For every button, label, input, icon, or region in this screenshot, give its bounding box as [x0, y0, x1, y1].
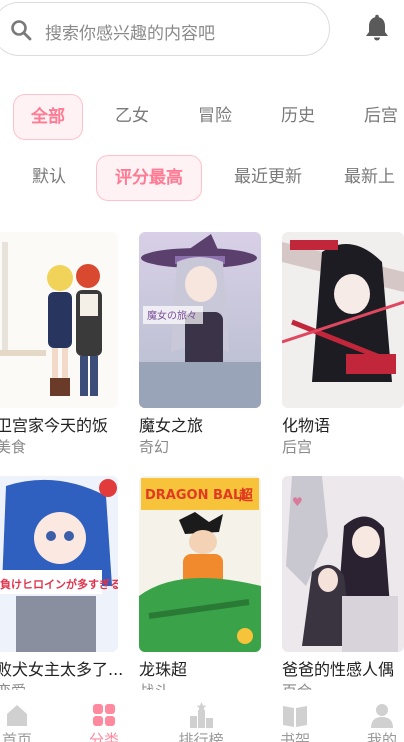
search-bar[interactable]: 搜索你感兴趣的内容吧	[0, 2, 330, 56]
comic-cover-image: ♥	[282, 476, 404, 652]
sort-default[interactable]: 默认	[20, 155, 78, 201]
sort-newest[interactable]: 最新上	[344, 155, 404, 201]
comic-title: 爸爸的性感人偶	[282, 660, 395, 679]
svg-text:♥: ♥	[292, 495, 303, 509]
comic-genre: 奇幻	[139, 438, 170, 456]
svg-text:超: 超	[238, 487, 254, 504]
nav-home[interactable]: 首页	[0, 690, 47, 742]
comic-cover-image	[282, 232, 404, 408]
category-icon	[93, 704, 115, 726]
search-icon	[11, 20, 32, 41]
category-tabs: 全部 乙女 冒险 历史 后宫	[0, 94, 404, 140]
nav-category[interactable]: 分类	[74, 690, 134, 742]
comic-cover-image	[0, 232, 118, 408]
comic-genre: 美食	[0, 438, 27, 456]
nav-profile[interactable]: 我的	[352, 690, 404, 742]
comic-title: 化物语	[282, 416, 331, 435]
comic-cover-image: DRAGON BALL 超	[139, 476, 261, 652]
comic-genre: 后宫	[282, 438, 313, 456]
svg-text:負けヒロインが多すぎる!: 負けヒロインが多すぎる!	[0, 577, 118, 591]
profile-icon	[371, 704, 393, 728]
bell-icon[interactable]	[364, 14, 390, 42]
tab-adventure[interactable]: 冒险	[186, 94, 244, 140]
nav-bookshelf[interactable]: 书架	[265, 690, 325, 742]
comic-cover-image: 魔女の旅々	[139, 232, 261, 408]
home-icon	[7, 705, 27, 726]
comic-title: 败犬女主太多了...	[0, 660, 124, 679]
sort-tabs: 默认 评分最高 最近更新 最新上	[0, 155, 404, 201]
comic-cover-image: 負けヒロインが多すぎる!	[0, 476, 118, 652]
ranking-icon	[190, 702, 213, 728]
bottom-nav: 首页 分类 排行榜 书架 我的	[0, 690, 404, 742]
tab-harem[interactable]: 后宫	[352, 94, 404, 140]
bookshelf-icon	[283, 706, 307, 727]
comic-title: 龙珠超	[139, 660, 188, 679]
tab-history[interactable]: 历史	[269, 94, 327, 140]
search-input[interactable]: 搜索你感兴趣的内容吧	[45, 19, 215, 44]
nav-ranking[interactable]: 排行榜	[171, 690, 231, 742]
svg-text:魔女の旅々: 魔女の旅々	[147, 309, 197, 322]
svg-text:DRAGON BALL: DRAGON BALL	[145, 488, 250, 503]
sort-top-rated[interactable]: 评分最高	[96, 155, 202, 201]
comic-title: 卫宫家今天的饭	[0, 416, 109, 435]
tab-otome[interactable]: 乙女	[103, 94, 161, 140]
comic-title: 魔女之旅	[139, 416, 204, 435]
sort-recently-updated[interactable]: 最近更新	[226, 155, 310, 201]
tab-all[interactable]: 全部	[13, 94, 83, 140]
